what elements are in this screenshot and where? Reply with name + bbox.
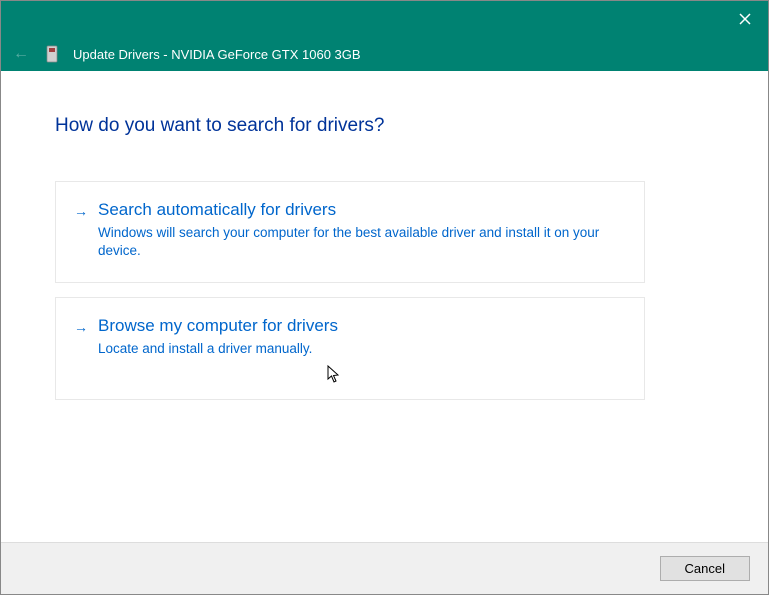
- arrow-right-icon: →: [74, 203, 88, 219]
- titlebar-top: [1, 1, 768, 37]
- content-area: How do you want to search for drivers? →…: [1, 71, 768, 542]
- close-icon: [739, 13, 751, 25]
- back-arrow-icon: ←: [11, 45, 31, 63]
- option-title: Search automatically for drivers: [98, 200, 620, 220]
- titlebar-text: Update Drivers - NVIDIA GeForce GTX 1060…: [73, 47, 361, 62]
- footer: Cancel: [1, 542, 768, 594]
- update-drivers-dialog: ← Update Drivers - NVIDIA GeForce GTX 10…: [0, 0, 769, 595]
- option-description: Windows will search your computer for th…: [98, 224, 620, 260]
- option-browse-computer[interactable]: → Browse my computer for drivers Locate …: [55, 297, 645, 399]
- device-icon: [45, 45, 59, 63]
- arrow-right-icon: →: [74, 319, 88, 335]
- option-search-automatically[interactable]: → Search automatically for drivers Windo…: [55, 181, 645, 283]
- page-heading: How do you want to search for drivers?: [55, 115, 714, 137]
- close-button[interactable]: [722, 1, 768, 37]
- option-description: Locate and install a driver manually.: [98, 340, 620, 358]
- titlebar-sub: ← Update Drivers - NVIDIA GeForce GTX 10…: [1, 37, 768, 71]
- cancel-button[interactable]: Cancel: [660, 556, 750, 581]
- option-title: Browse my computer for drivers: [98, 316, 620, 336]
